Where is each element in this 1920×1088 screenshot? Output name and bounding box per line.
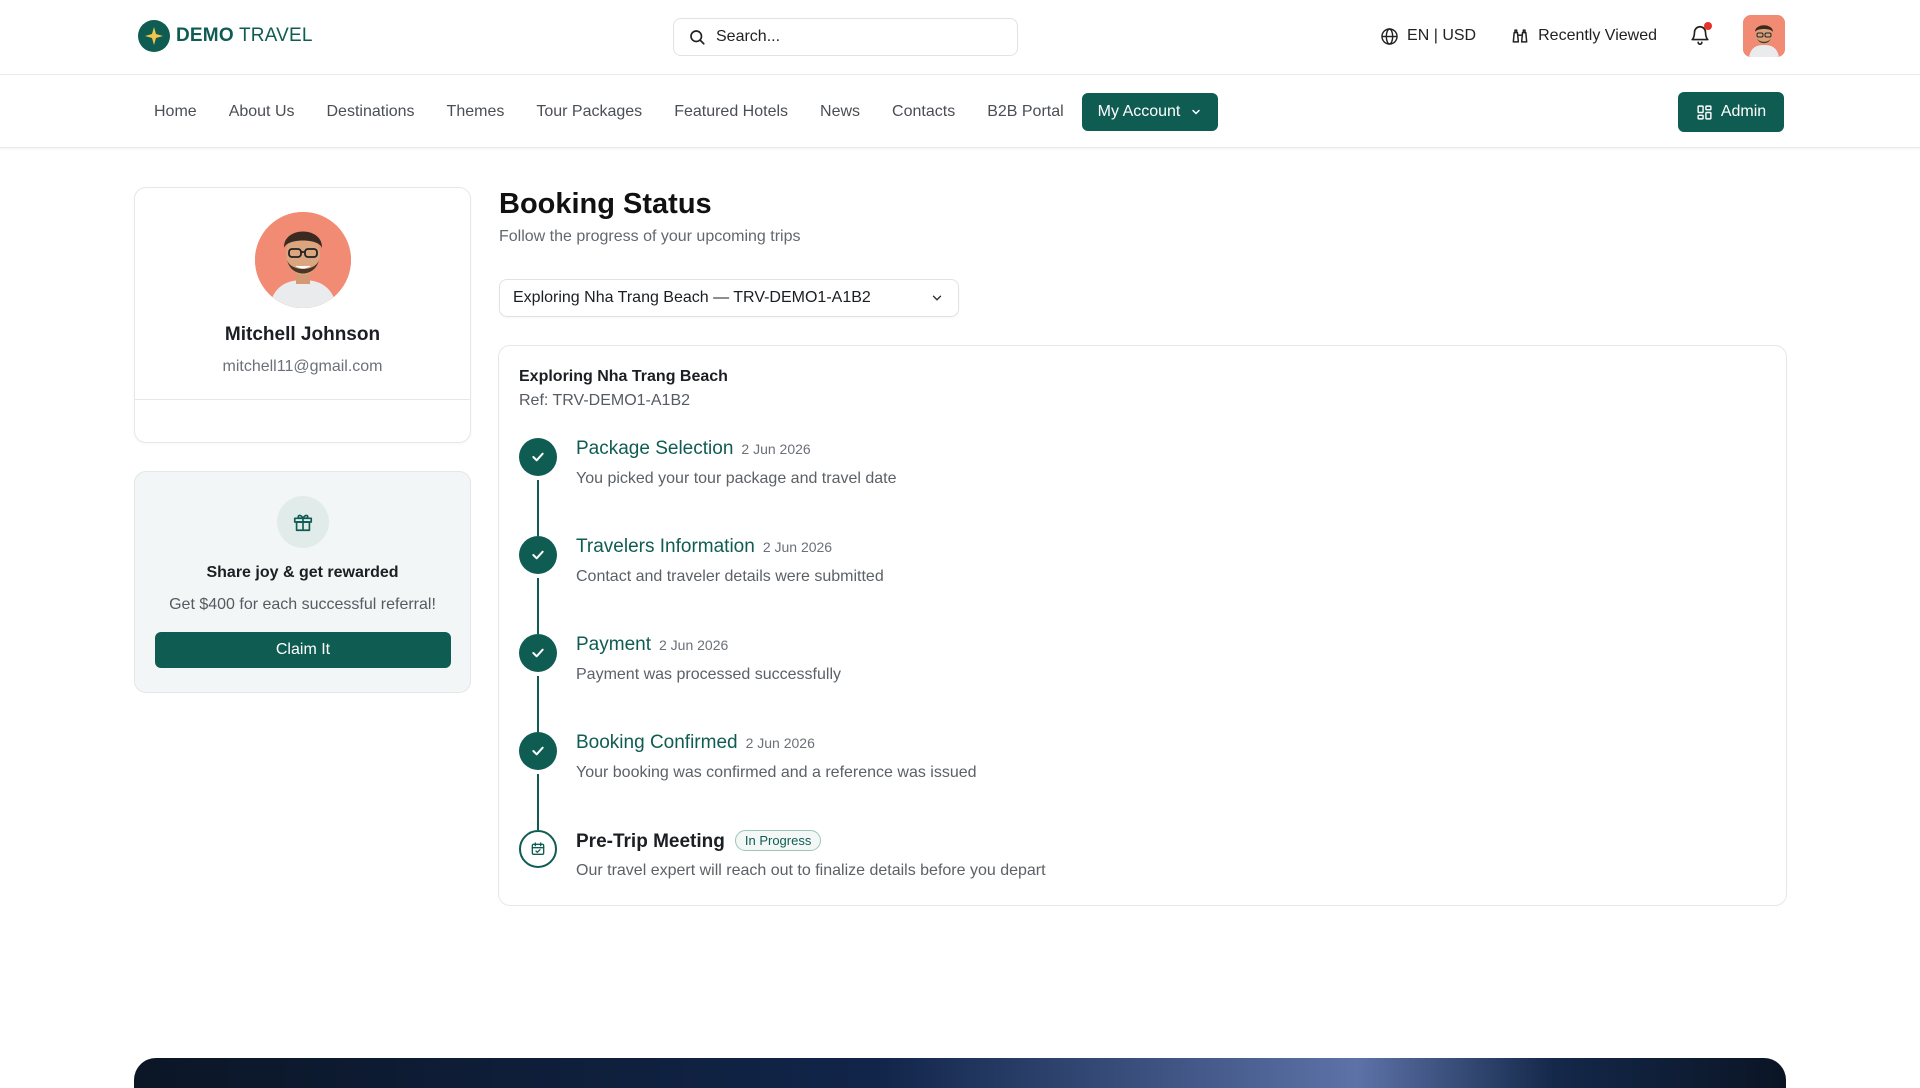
step-title-text: Booking Confirmed	[576, 732, 738, 753]
brand-logo[interactable]: DEMO TRAVEL	[138, 20, 313, 52]
person-avatar-icon	[255, 212, 351, 308]
step-title: Pre-Trip Meeting In Progress	[576, 830, 822, 853]
step-date: 2 Jun 2026	[741, 441, 811, 457]
gift-icon	[277, 496, 329, 548]
locale-selector[interactable]: EN | USD	[1380, 27, 1476, 46]
referral-title: Share joy & get rewarded	[206, 564, 399, 581]
brand-name-bold: DEMO	[176, 25, 234, 46]
timeline-step: Package Selection 2 Jun 2026 You picked y…	[519, 438, 1719, 536]
check-icon	[519, 438, 557, 476]
timeline-connector	[537, 774, 539, 830]
check-icon	[519, 634, 557, 672]
timeline-step: Payment 2 Jun 2026 Payment was processed …	[519, 634, 1719, 732]
recently-viewed-button[interactable]: Recently Viewed	[1510, 26, 1657, 46]
nav-tour-packages[interactable]: Tour Packages	[520, 93, 658, 131]
globe-icon	[1381, 27, 1398, 45]
profile-email: mitchell11@gmail.com	[222, 358, 383, 375]
dashboard-grid-icon	[1697, 104, 1712, 120]
admin-label: Admin	[1720, 103, 1767, 120]
claim-it-button[interactable]: Claim It	[155, 632, 451, 668]
nav-b2b-portal[interactable]: B2B Portal	[971, 93, 1079, 131]
binoculars-icon	[1512, 29, 1528, 43]
search-icon	[690, 30, 705, 45]
step-title-text: Package Selection	[576, 438, 734, 459]
nav-items: Home About Us Destinations Themes Tour P…	[138, 93, 1219, 131]
footer-hero-image	[134, 1058, 1786, 1088]
status-badge: In Progress	[734, 830, 822, 851]
main-navigation: Home About Us Destinations Themes Tour P…	[0, 76, 1920, 148]
top-bar: DEMO TRAVEL EN | USD Recently Viewed	[0, 0, 1920, 75]
step-title: Package Selection 2 Jun 2026	[576, 438, 811, 460]
person-avatar-icon	[1743, 15, 1785, 57]
step-title: Travelers Information 2 Jun 2026	[576, 536, 832, 558]
step-title: Booking Confirmed 2 Jun 2026	[576, 732, 815, 754]
booking-timeline-card: Exploring Nha Trang Beach Ref: TRV-DEMO1…	[498, 345, 1787, 906]
page-subtitle: Follow the progress of your upcoming tri…	[499, 228, 801, 245]
nav-featured-hotels[interactable]: Featured Hotels	[658, 93, 804, 131]
brand-name: DEMO TRAVEL	[176, 25, 313, 47]
admin-button[interactable]: Admin	[1678, 92, 1784, 132]
chevron-down-icon	[1192, 109, 1201, 115]
step-title-text: Pre-Trip Meeting	[576, 831, 725, 852]
timeline-step: Travelers Information 2 Jun 2026 Contact …	[519, 536, 1719, 634]
profile-avatar	[255, 212, 351, 308]
timeline-connector	[537, 676, 539, 732]
nav-home[interactable]: Home	[138, 93, 213, 131]
step-date: 2 Jun 2026	[762, 539, 833, 555]
user-avatar[interactable]	[1743, 15, 1785, 57]
booking-select[interactable]: Exploring Nha Trang Beach — TRV-DEMO1-A1…	[499, 279, 959, 317]
locale-label: EN | USD	[1407, 27, 1477, 44]
timeline-connector	[537, 480, 539, 536]
nav-news[interactable]: News	[804, 93, 876, 131]
step-description: Payment was processed successfully	[576, 666, 841, 683]
brand-name-light: TRAVEL	[238, 25, 313, 46]
referral-card: Share joy & get rewarded Get $400 for ea…	[134, 471, 471, 693]
step-title-text: Travelers Information	[576, 536, 755, 557]
step-description: Contact and traveler details were submit…	[576, 568, 884, 585]
step-title-text: Payment	[576, 634, 651, 655]
recently-viewed-label: Recently Viewed	[1538, 27, 1657, 44]
step-date: 2 Jun 2026	[658, 637, 729, 653]
top-right-controls: EN | USD Recently Viewed	[1380, 14, 1785, 58]
booking-select-value: Exploring Nha Trang Beach — TRV-DEMO1-A1…	[513, 289, 871, 306]
trip-name: Exploring Nha Trang Beach	[519, 368, 728, 385]
step-description: Your booking was confirmed and a referen…	[576, 764, 977, 781]
referral-subtitle: Get $400 for each successful referral!	[169, 596, 436, 613]
timeline-step-current: Pre-Trip Meeting In Progress Our travel e…	[519, 830, 1719, 920]
profile-card: Mitchell Johnson mitchell11@gmail.com	[134, 187, 471, 443]
nav-destinations[interactable]: Destinations	[311, 93, 431, 131]
nav-themes[interactable]: Themes	[431, 93, 521, 131]
nav-my-account[interactable]: My Account	[1081, 93, 1219, 131]
chevron-down-icon	[932, 295, 942, 301]
step-date: 2 Jun 2026	[745, 735, 815, 751]
step-description: Our travel expert will reach out to fina…	[576, 862, 1046, 879]
check-icon	[519, 732, 557, 770]
notification-dot	[1704, 22, 1712, 30]
calendar-check-icon	[519, 830, 557, 868]
timeline-step: Booking Confirmed 2 Jun 2026 Your booking…	[519, 732, 1719, 830]
nav-contacts[interactable]: Contacts	[876, 93, 971, 131]
timeline-connector	[537, 578, 539, 634]
check-icon	[519, 536, 557, 574]
nav-my-account-label: My Account	[1097, 103, 1181, 120]
notifications-button[interactable]	[1689, 22, 1713, 48]
trip-ref: Ref: TRV-DEMO1-A1B2	[519, 392, 691, 409]
profile-divider	[135, 399, 470, 400]
page-title: Booking Status	[499, 188, 712, 220]
compass-star-icon	[138, 20, 170, 52]
search-box[interactable]	[673, 18, 1018, 56]
search-input[interactable]	[716, 28, 996, 46]
step-description: You picked your tour package and travel …	[576, 470, 897, 487]
profile-name: Mitchell Johnson	[224, 324, 381, 345]
step-title: Payment 2 Jun 2026	[576, 634, 728, 656]
nav-about-us[interactable]: About Us	[213, 93, 311, 131]
